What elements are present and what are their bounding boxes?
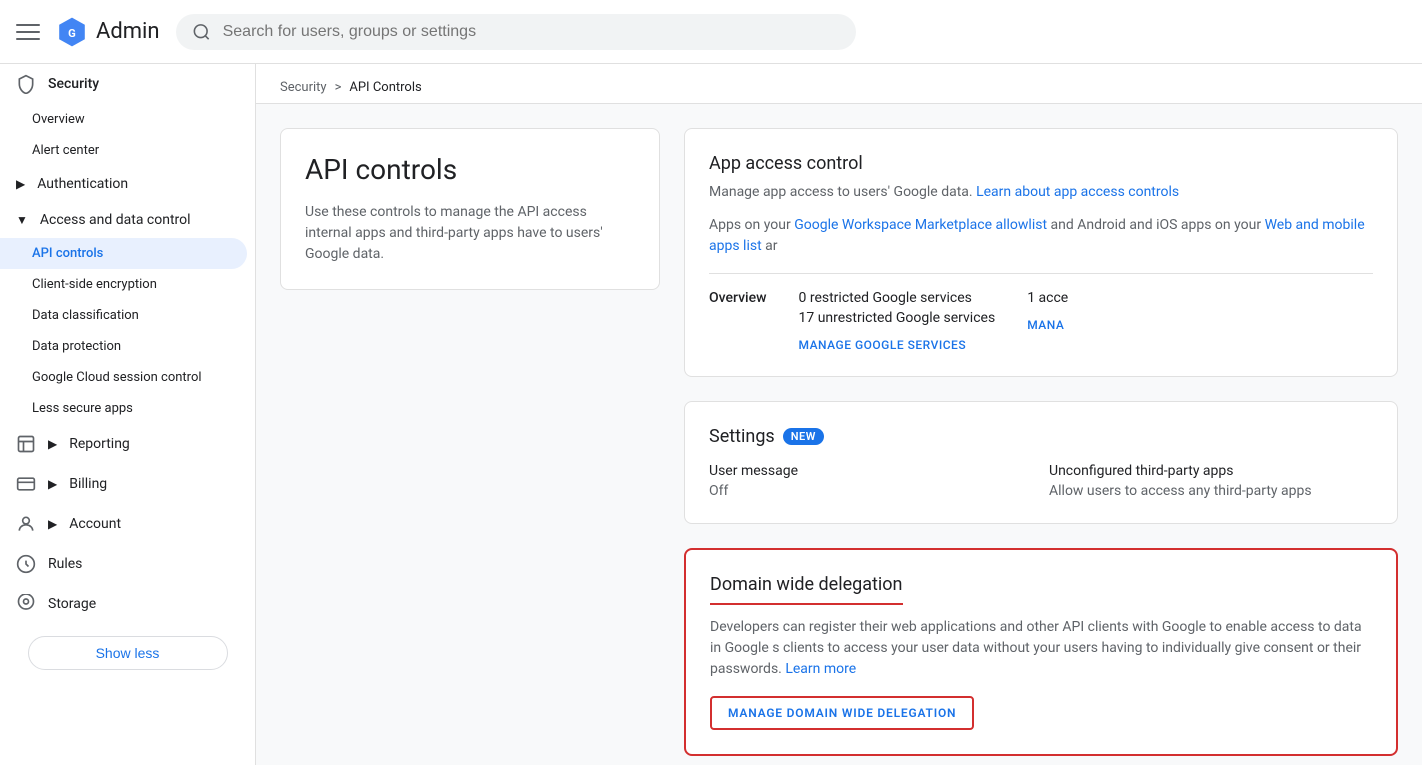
logo-area: G Admin <box>56 16 160 48</box>
data-classification-label: Data classification <box>32 308 139 323</box>
alert-center-label: Alert center <box>32 143 99 158</box>
app-access-control-title: App access control <box>709 153 1373 174</box>
delegation-learn-more-link[interactable]: Learn more <box>785 661 856 677</box>
delegation-title: Domain wide delegation <box>710 574 903 605</box>
breadcrumb-separator: > <box>335 80 342 95</box>
content-area: Security > API Controls API controls Use… <box>256 64 1422 765</box>
api-controls-description: Use these controls to manage the API acc… <box>305 202 635 265</box>
new-badge: NEW <box>783 428 824 445</box>
svg-text:G: G <box>68 26 76 39</box>
settings-title: Settings <box>709 426 775 447</box>
sidebar-item-google-cloud-session[interactable]: Google Cloud session control <box>0 362 247 393</box>
less-secure-apps-label: Less secure apps <box>32 401 133 416</box>
sidebar-item-less-secure-apps[interactable]: Less secure apps <box>0 393 247 424</box>
authentication-label: Authentication <box>37 176 128 192</box>
api-controls-label: API controls <box>32 246 103 261</box>
left-panel: API controls Use these controls to manag… <box>280 128 660 756</box>
overview-label: Overview <box>709 290 766 306</box>
sidebar-item-data-classification[interactable]: Data classification <box>0 300 247 331</box>
overview-label: Overview <box>32 112 85 127</box>
app-access-control-card: App access control Manage app access to … <box>684 128 1398 377</box>
sidebar-item-storage[interactable]: Storage <box>0 584 247 624</box>
user-message-value: Off <box>709 483 1033 499</box>
unconfigured-apps-setting: Unconfigured third-party apps Allow user… <box>1049 463 1373 499</box>
learn-about-app-access-link[interactable]: Learn about app access controls <box>976 184 1179 200</box>
menu-icon[interactable] <box>16 20 40 44</box>
sidebar-item-client-side-encryption[interactable]: Client-side encryption <box>0 269 247 300</box>
rules-icon <box>16 554 36 574</box>
chevron-right-billing-icon: ▶ <box>48 477 57 491</box>
manage-google-services-link[interactable]: MANAGE GOOGLE SERVICES <box>798 338 995 352</box>
billing-label: Billing <box>69 476 107 492</box>
sidebar-item-authentication[interactable]: ▶ Authentication <box>0 166 247 202</box>
sidebar: Security Overview Alert center ▶ Authent… <box>0 64 256 765</box>
sidebar-item-reporting[interactable]: ▶ Reporting <box>0 424 247 464</box>
unconfigured-value: Allow users to access any third-party ap… <box>1049 483 1373 499</box>
settings-card: Settings NEW User message Off Unconfigur… <box>684 401 1398 524</box>
overview-row: Overview 0 restricted Google services 17… <box>709 290 1373 352</box>
sidebar-item-api-controls[interactable]: API controls <box>0 238 247 269</box>
delegation-description: Developers can register their web applic… <box>710 617 1372 680</box>
sidebar-item-overview[interactable]: Overview <box>0 104 247 135</box>
storage-icon <box>16 594 36 614</box>
overview-label-col: Overview <box>709 290 766 352</box>
breadcrumb-security[interactable]: Security <box>280 80 327 95</box>
breadcrumb: Security > API Controls <box>256 64 1422 104</box>
access-count: 1 acce <box>1027 290 1068 306</box>
manage-right-link[interactable]: MANA <box>1027 318 1068 332</box>
show-less-button[interactable]: Show less <box>28 636 228 670</box>
chevron-right-icon: ▶ <box>16 177 25 191</box>
storage-label: Storage <box>48 596 96 612</box>
restricted-services: 0 restricted Google services <box>798 290 995 306</box>
unconfigured-label: Unconfigured third-party apps <box>1049 463 1373 479</box>
chevron-right-account-icon: ▶ <box>48 517 57 531</box>
reporting-icon <box>16 434 36 454</box>
sidebar-item-access-data-control[interactable]: ▼ Access and data control <box>0 202 247 238</box>
api-controls-title: API controls <box>305 153 635 186</box>
chevron-down-icon: ▼ <box>16 213 28 227</box>
settings-header: Settings NEW <box>709 426 1373 447</box>
sidebar-item-security[interactable]: Security <box>0 64 247 104</box>
right-panel: App access control Manage app access to … <box>684 128 1398 756</box>
sidebar-item-rules[interactable]: Rules <box>0 544 247 584</box>
search-icon <box>192 22 211 42</box>
breadcrumb-current: API Controls <box>349 80 421 95</box>
manage-domain-wide-delegation-button[interactable]: MANAGE DOMAIN WIDE DELEGATION <box>710 696 974 730</box>
billing-icon <box>16 474 36 494</box>
api-controls-card: API controls Use these controls to manag… <box>280 128 660 290</box>
overview-access-col: 1 acce MANA <box>1027 290 1068 352</box>
data-protection-label: Data protection <box>32 339 121 354</box>
marketplace-desc: Apps on your Google Workspace Marketplac… <box>709 215 1373 257</box>
client-side-encryption-label: Client-side encryption <box>32 277 157 292</box>
app-access-control-desc: Manage app access to users' Google data.… <box>709 182 1373 203</box>
topbar: G Admin <box>0 0 1422 64</box>
user-message-label: User message <box>709 463 1033 479</box>
google-cloud-session-label: Google Cloud session control <box>32 370 202 385</box>
sidebar-item-alert-center[interactable]: Alert center <box>0 135 247 166</box>
security-label: Security <box>48 76 99 92</box>
security-icon <box>16 74 36 94</box>
user-message-setting: User message Off <box>709 463 1033 499</box>
marketplace-link[interactable]: Google Workspace Marketplace allowlist <box>794 217 1047 233</box>
account-icon <box>16 514 36 534</box>
google-logo-icon: G <box>56 16 88 48</box>
domain-wide-delegation-card: Domain wide delegation Developers can re… <box>684 548 1398 756</box>
overview-values-col: 0 restricted Google services 17 unrestri… <box>798 290 995 352</box>
main-layout: Security Overview Alert center ▶ Authent… <box>0 64 1422 765</box>
sidebar-item-account[interactable]: ▶ Account <box>0 504 247 544</box>
account-label: Account <box>69 516 121 532</box>
app-title: Admin <box>96 19 160 44</box>
content-panels: API controls Use these controls to manag… <box>256 104 1422 765</box>
search-bar[interactable] <box>176 14 856 50</box>
sidebar-item-billing[interactable]: ▶ Billing <box>0 464 247 504</box>
rules-label: Rules <box>48 556 82 572</box>
sidebar-item-data-protection[interactable]: Data protection <box>0 331 247 362</box>
search-input[interactable] <box>223 23 840 41</box>
settings-grid: User message Off Unconfigured third-part… <box>709 463 1373 499</box>
access-data-control-label: Access and data control <box>40 212 191 228</box>
chevron-right-reporting-icon: ▶ <box>48 437 57 451</box>
unrestricted-services: 17 unrestricted Google services <box>798 310 995 326</box>
reporting-label: Reporting <box>69 436 130 452</box>
